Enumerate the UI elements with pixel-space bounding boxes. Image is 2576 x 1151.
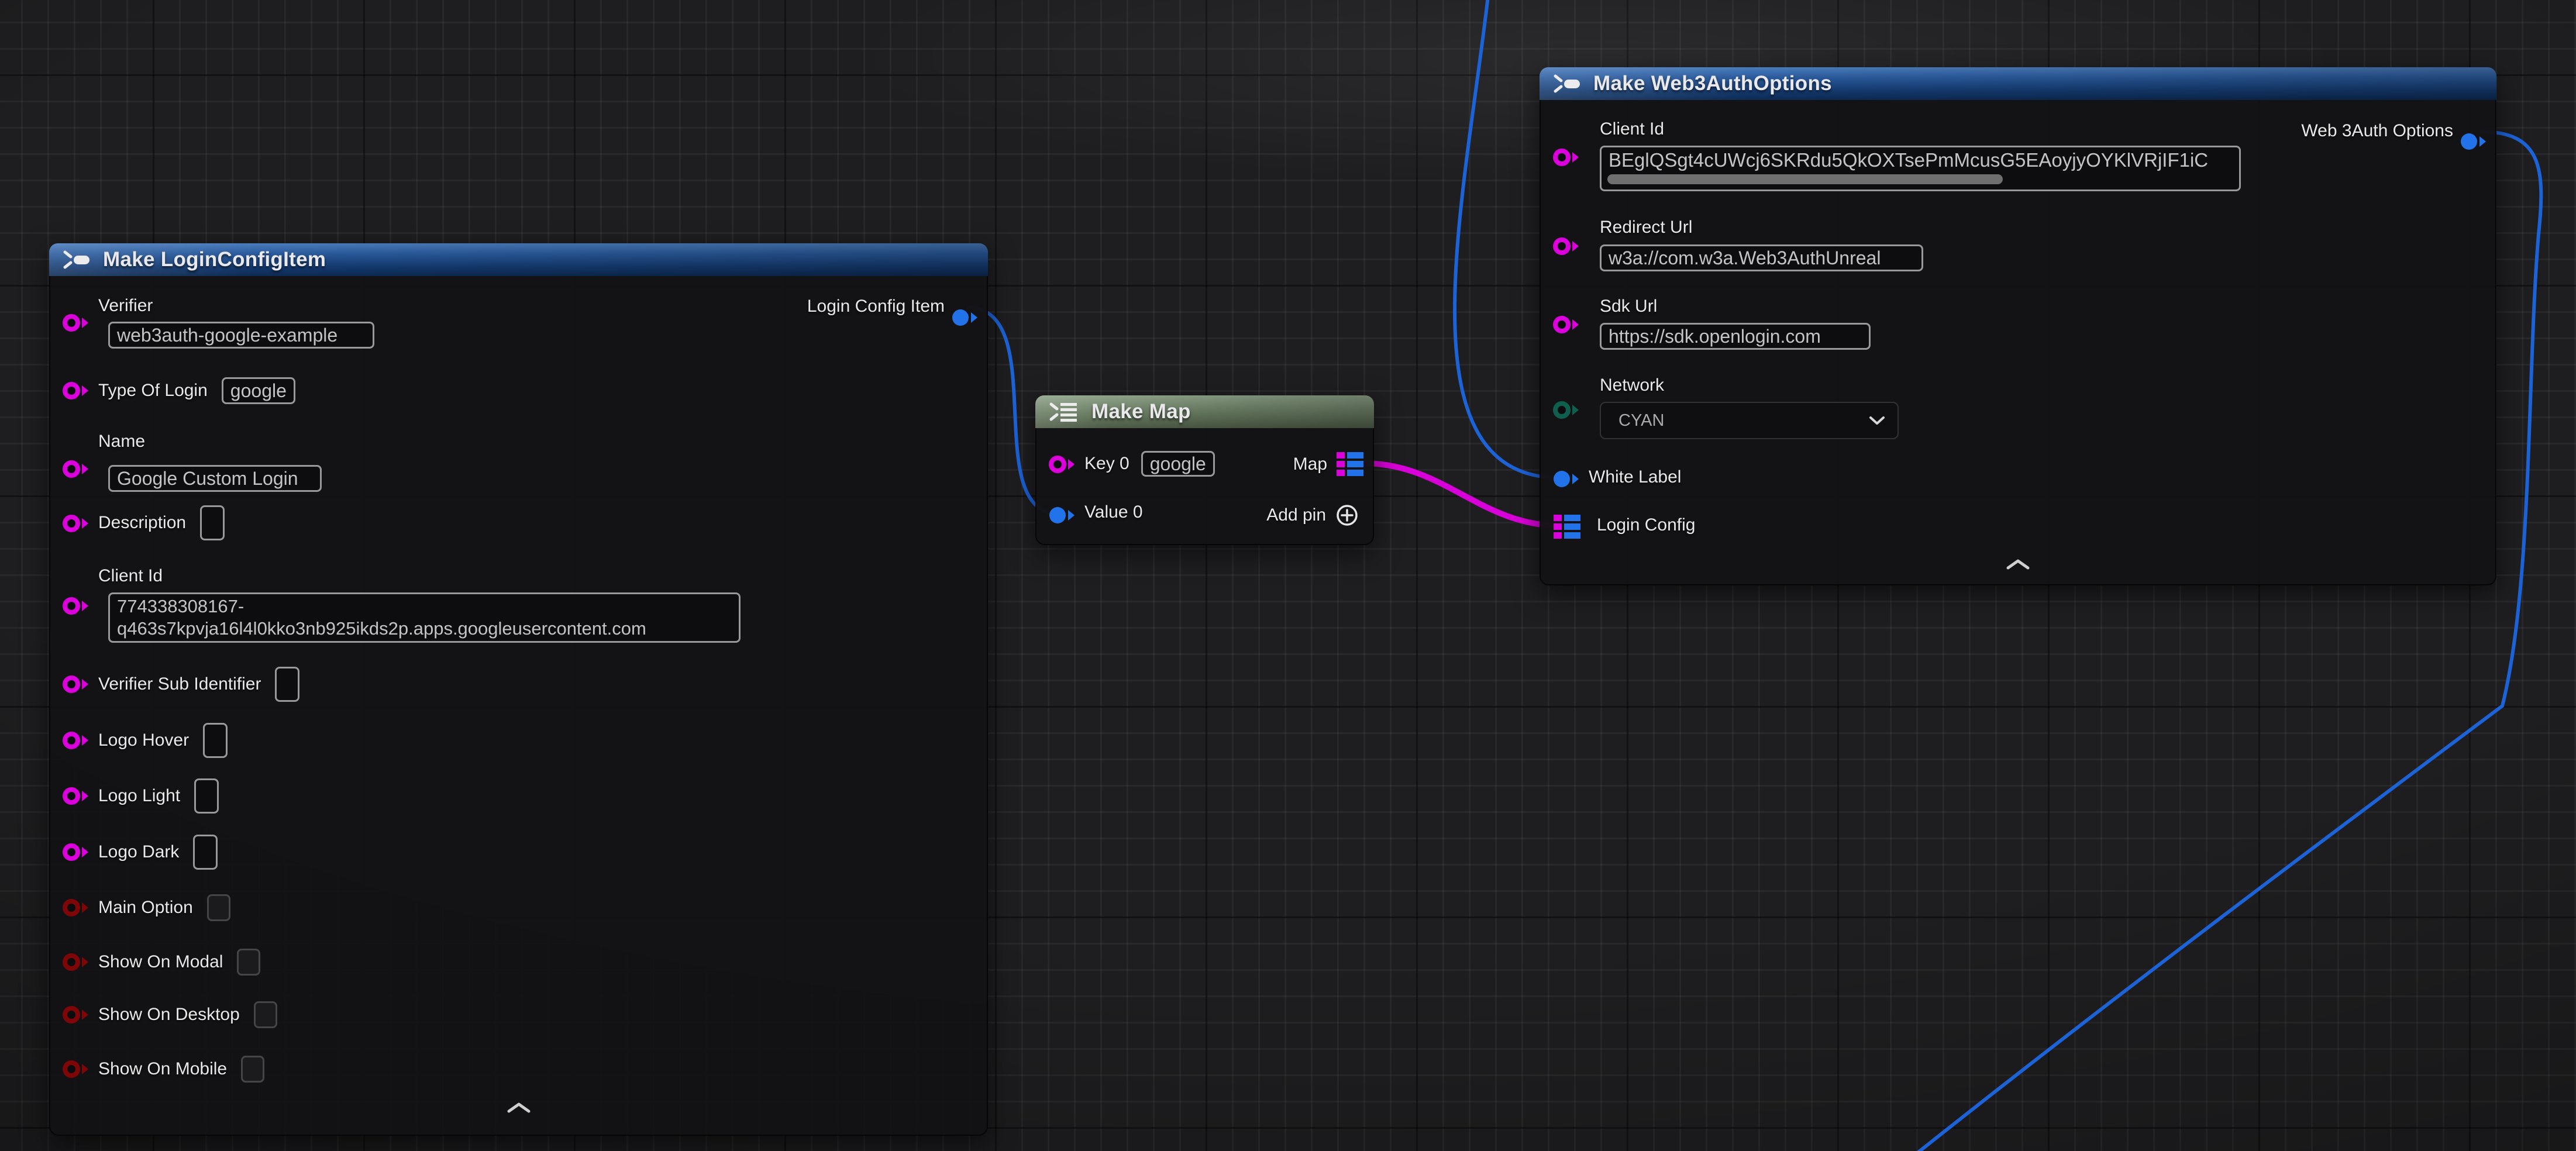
client-id-line2: q463s7kpvja16l4l0kko3nb925ikds2p.apps.go… xyxy=(117,618,646,640)
logo-dark-input[interactable] xyxy=(193,835,218,870)
add-pin-button[interactable]: Add pin xyxy=(1266,504,1359,527)
login-config-label: Login Config xyxy=(1597,515,1695,535)
pin-network[interactable] xyxy=(1552,399,1583,421)
key-0-label: Key 0 xyxy=(1084,454,1129,474)
main-option-checkbox[interactable] xyxy=(207,894,230,921)
verifier-sub-identifier-input[interactable] xyxy=(275,667,299,702)
logo-hover-input[interactable] xyxy=(203,723,228,758)
pin-description[interactable] xyxy=(62,513,92,534)
output-label: Login Config Item xyxy=(807,297,945,316)
redirect-url-label: Redirect Url xyxy=(1600,218,1692,237)
logo-dark-label: Logo Dark xyxy=(98,842,179,862)
redirect-url-input[interactable]: w3a://com.w3a.Web3AuthUnreal xyxy=(1600,244,1923,271)
white-label-label: White Label xyxy=(1589,467,1681,487)
network-dropdown[interactable]: CYAN xyxy=(1600,402,1899,439)
show-on-mobile-label: Show On Mobile xyxy=(98,1059,227,1079)
main-option-label: Main Option xyxy=(98,898,193,918)
name-label: Name xyxy=(98,432,145,452)
pin-logo-dark[interactable] xyxy=(62,842,92,863)
blueprint-canvas[interactable]: Make LoginConfigItem Login Config Item V… xyxy=(0,0,2576,1151)
show-on-desktop-label: Show On Desktop xyxy=(98,1005,240,1025)
collapse-node-button[interactable] xyxy=(506,1102,532,1114)
pin-key-0[interactable] xyxy=(1048,454,1079,475)
pin-name[interactable] xyxy=(62,459,92,480)
description-label: Description xyxy=(98,513,186,533)
output-pin-map[interactable] xyxy=(1337,451,1363,478)
pin-type-of-login[interactable] xyxy=(62,380,92,401)
make-struct-icon xyxy=(62,249,94,270)
pin-show-on-mobile[interactable] xyxy=(62,1059,92,1080)
description-input[interactable] xyxy=(200,505,225,540)
sdk-url-label: Sdk Url xyxy=(1600,297,1657,316)
node-title: Make Map xyxy=(1091,400,1191,423)
node-make-map[interactable]: Make Map Key 0 google Map Value 0 Add pi… xyxy=(1035,395,1374,545)
add-pin-icon xyxy=(1335,504,1359,527)
node-make-loginconfigitem[interactable]: Make LoginConfigItem Login Config Item V… xyxy=(49,243,988,1136)
client-id-label: Client Id xyxy=(98,566,163,586)
pin-verifier[interactable] xyxy=(62,312,92,333)
pin-verifier-sub-identifier[interactable] xyxy=(62,674,92,695)
output-row: Login Config Item xyxy=(807,297,945,316)
show-on-modal-label: Show On Modal xyxy=(98,952,223,972)
network-label: Network xyxy=(1600,375,1664,395)
pin-logo-hover[interactable] xyxy=(62,730,92,751)
type-of-login-label: Type Of Login xyxy=(98,381,208,401)
client-id-value: BEglQSgt4cUWcj6SKRdu5QkOXTsePmMcusG5EAoy… xyxy=(1609,149,2208,171)
make-struct-icon xyxy=(1552,73,1584,94)
collapse-node-button[interactable] xyxy=(2005,559,2031,570)
output-pin-web3auth-options[interactable] xyxy=(2460,131,2490,152)
verifier-sub-identifier-label: Verifier Sub Identifier xyxy=(98,674,261,694)
node-header[interactable]: Make Web3AuthOptions xyxy=(1540,67,2496,100)
pin-show-on-modal[interactable] xyxy=(62,952,92,973)
network-selected-value: CYAN xyxy=(1618,411,1664,430)
pin-sdk-url[interactable] xyxy=(1552,314,1583,335)
type-of-login-input[interactable]: google xyxy=(222,377,295,404)
show-on-modal-checkbox[interactable] xyxy=(237,949,260,976)
pin-main-option[interactable] xyxy=(62,897,92,918)
name-input[interactable]: Google Custom Login xyxy=(108,465,322,492)
pin-show-on-desktop[interactable] xyxy=(62,1004,92,1025)
logo-light-label: Logo Light xyxy=(98,786,180,806)
node-make-web3authoptions[interactable]: Make Web3AuthOptions Web 3Auth Options C… xyxy=(1540,67,2496,585)
verifier-label: Verifier xyxy=(98,296,153,316)
map-output-label: Map xyxy=(1293,454,1327,474)
value-0-label: Value 0 xyxy=(1084,502,1143,522)
client-id-label: Client Id xyxy=(1600,119,1664,139)
add-pin-label: Add pin xyxy=(1266,505,1326,525)
node-title: Make LoginConfigItem xyxy=(103,248,326,271)
verifier-input[interactable]: web3auth-google-example xyxy=(108,322,374,349)
pin-redirect-url[interactable] xyxy=(1552,236,1583,257)
wire-map-to-loginconfig[interactable] xyxy=(1363,463,1561,526)
client-id-hscrollbar[interactable] xyxy=(1607,174,2003,184)
node-title: Make Web3AuthOptions xyxy=(1593,72,1832,95)
pin-login-config[interactable] xyxy=(1554,514,1580,540)
client-id-input[interactable]: BEglQSgt4cUWcj6SKRdu5QkOXTsePmMcusG5EAoy… xyxy=(1600,146,2241,191)
pin-value-0[interactable] xyxy=(1048,505,1079,526)
output-pin-login-config-item[interactable] xyxy=(951,307,982,328)
logo-hover-label: Logo Hover xyxy=(98,730,189,750)
node-header[interactable]: Make LoginConfigItem xyxy=(49,243,988,276)
make-map-icon xyxy=(1048,401,1082,422)
node-header[interactable]: Make Map xyxy=(1035,395,1374,428)
pin-client-id[interactable] xyxy=(62,595,92,616)
key-0-input[interactable]: google xyxy=(1141,451,1215,477)
pin-logo-light[interactable] xyxy=(62,785,92,807)
client-id-input[interactable]: 774338308167- q463s7kpvja16l4l0kko3nb925… xyxy=(108,592,741,643)
sdk-url-input[interactable]: https://sdk.openlogin.com xyxy=(1600,323,1871,350)
output-label: Web 3Auth Options xyxy=(2301,121,2453,141)
logo-light-input[interactable] xyxy=(194,778,219,814)
pin-client-id[interactable] xyxy=(1552,147,1583,168)
show-on-desktop-checkbox[interactable] xyxy=(254,1001,277,1028)
pin-white-label[interactable] xyxy=(1552,468,1583,490)
chevron-down-icon xyxy=(1868,415,1886,426)
show-on-mobile-checkbox[interactable] xyxy=(241,1056,264,1083)
client-id-line1: 774338308167- xyxy=(117,595,244,618)
